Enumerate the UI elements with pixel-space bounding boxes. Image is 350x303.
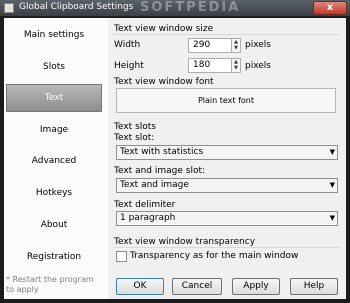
sidebar: Main settings Slots Text Image Advanced … (4, 18, 108, 299)
height-input[interactable]: 180 (188, 58, 234, 73)
apply-button[interactable]: Apply (232, 278, 280, 295)
height-spinner[interactable]: ▲ ▼ (231, 58, 241, 73)
sidebar-item-text[interactable]: Text (6, 84, 102, 112)
text-slot-select[interactable]: Text with statistics ▼ (116, 145, 338, 160)
window-title: Global Clipboard Settings (19, 2, 134, 12)
ok-button[interactable]: OK (116, 278, 164, 295)
sidebar-item-slots[interactable]: Slots (4, 62, 104, 72)
sidebar-item-hotkeys[interactable]: Hotkeys (4, 188, 104, 198)
spin-down-icon[interactable]: ▼ (232, 65, 240, 71)
sidebar-item-registration[interactable]: Registration (4, 252, 104, 262)
chevron-down-icon: ▼ (329, 148, 335, 156)
text-image-slot-value: Text and image (120, 180, 189, 190)
section-title-delimiter: Text delimiter (114, 200, 176, 210)
section-title-window-size: Text view window size (114, 24, 214, 34)
transparency-checkbox[interactable] (116, 251, 127, 262)
cancel-button[interactable]: Cancel (172, 278, 222, 295)
font-button[interactable]: Plain text font (116, 88, 336, 113)
section-divider (114, 34, 340, 35)
spin-down-icon[interactable]: ▼ (232, 45, 240, 51)
delimiter-select[interactable]: 1 paragraph ▼ (116, 211, 338, 226)
sidebar-item-image[interactable]: Image (4, 125, 104, 135)
title-bar: Global Clipboard Settings SOFTPEDIA x (0, 0, 350, 16)
transparency-label[interactable]: Transparency as for the main window (130, 251, 298, 261)
sidebar-item-main-settings[interactable]: Main settings (4, 30, 104, 40)
watermark: SOFTPEDIA (140, 0, 241, 15)
text-image-slot-select[interactable]: Text and image ▼ (116, 178, 338, 193)
width-spinner[interactable]: ▲ ▼ (231, 38, 241, 53)
help-button[interactable]: Help (290, 278, 338, 295)
close-button[interactable]: x (313, 1, 347, 15)
section-divider (114, 247, 340, 248)
width-input[interactable]: 290 (188, 38, 234, 53)
text-slot-label: Text slot: (114, 133, 155, 143)
section-title-transparency: Text view window transparency (114, 237, 256, 247)
section-title-font: Text view window font (114, 77, 214, 87)
restart-note: * Restart the program to apply (6, 275, 94, 294)
text-settings-panel: Text view window size Width 290 ▲ ▼ pixel… (108, 18, 346, 299)
chevron-down-icon: ▼ (329, 181, 335, 189)
width-label: Width (114, 40, 141, 50)
text-image-slot-label: Text and image slot: (114, 166, 206, 176)
settings-frame: Main settings Slots Text Image Advanced … (4, 18, 346, 299)
width-unit: pixels (245, 40, 271, 50)
app-icon (4, 3, 14, 13)
text-slot-value: Text with statistics (120, 147, 204, 157)
height-unit: pixels (245, 61, 271, 71)
sidebar-item-advanced[interactable]: Advanced (4, 156, 104, 166)
sidebar-item-about[interactable]: About (4, 220, 104, 230)
chevron-down-icon: ▼ (329, 214, 335, 222)
section-title-slots: Text slots (114, 122, 156, 132)
height-label: Height (114, 61, 144, 71)
delimiter-value: 1 paragraph (120, 213, 176, 223)
